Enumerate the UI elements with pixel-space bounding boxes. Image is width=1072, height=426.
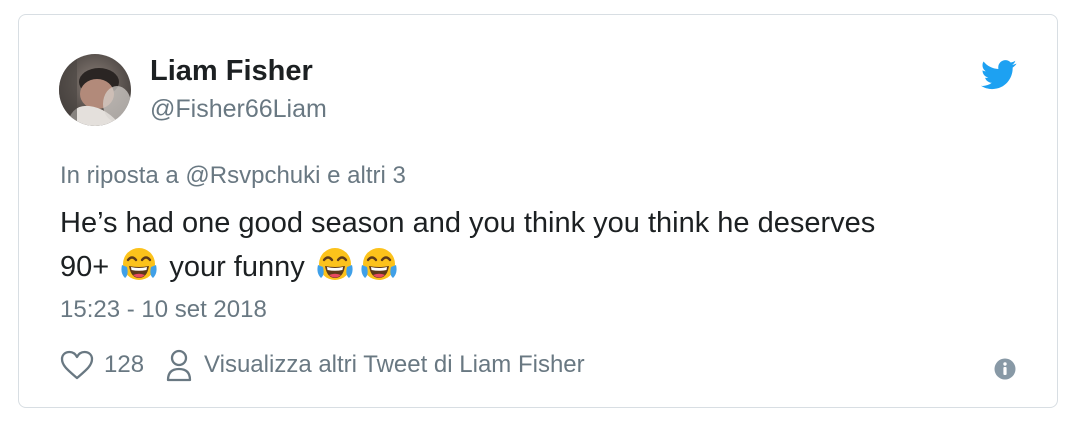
- reply-suffix: e altri 3: [327, 162, 406, 189]
- tweet-card: Liam Fisher @Fisher66Liam In riposta a @…: [18, 14, 1058, 408]
- tweet-timestamp[interactable]: 15:23 - 10 set 2018: [60, 296, 267, 324]
- info-icon[interactable]: [994, 358, 1016, 380]
- face-with-tears-of-joy-icon: [359, 245, 399, 285]
- twitter-bird-icon[interactable]: [981, 60, 1017, 90]
- heart-icon: [60, 350, 94, 380]
- like-count: 128: [104, 351, 145, 378]
- user-photo-icon: [59, 54, 131, 126]
- tweet-text-fragment: 90+: [60, 251, 110, 283]
- author-name[interactable]: Liam Fisher: [150, 55, 313, 88]
- view-more-tweets-link[interactable]: Visualizza altri Tweet di Liam Fisher: [166, 348, 585, 382]
- reply-context: In riposta a @Rsvpchuki e altri 3: [60, 162, 406, 190]
- face-with-tears-of-joy-icon: [119, 245, 159, 285]
- like-button[interactable]: 128: [60, 350, 144, 380]
- author-avatar[interactable]: [59, 54, 131, 126]
- face-with-tears-of-joy-icon: [315, 245, 355, 285]
- tweet-actions: 128 Visualizza altri Tweet di Liam Fishe…: [60, 347, 585, 383]
- tweet-text-line-1: He’s had one good season and you think y…: [60, 207, 876, 239]
- tweet-text-line-2: 90+ your funny: [60, 245, 1020, 289]
- person-icon: [166, 349, 192, 382]
- reply-mention-link[interactable]: @Rsvpchuki: [185, 162, 320, 189]
- tweet-text-fragment: your funny: [169, 251, 305, 283]
- tweet-text: He’s had one good season and you think y…: [60, 201, 1020, 289]
- view-more-tweets-label: Visualizza altri Tweet di Liam Fisher: [204, 351, 585, 378]
- reply-prefix: In riposta a: [60, 162, 179, 189]
- author-handle[interactable]: @Fisher66Liam: [150, 95, 327, 124]
